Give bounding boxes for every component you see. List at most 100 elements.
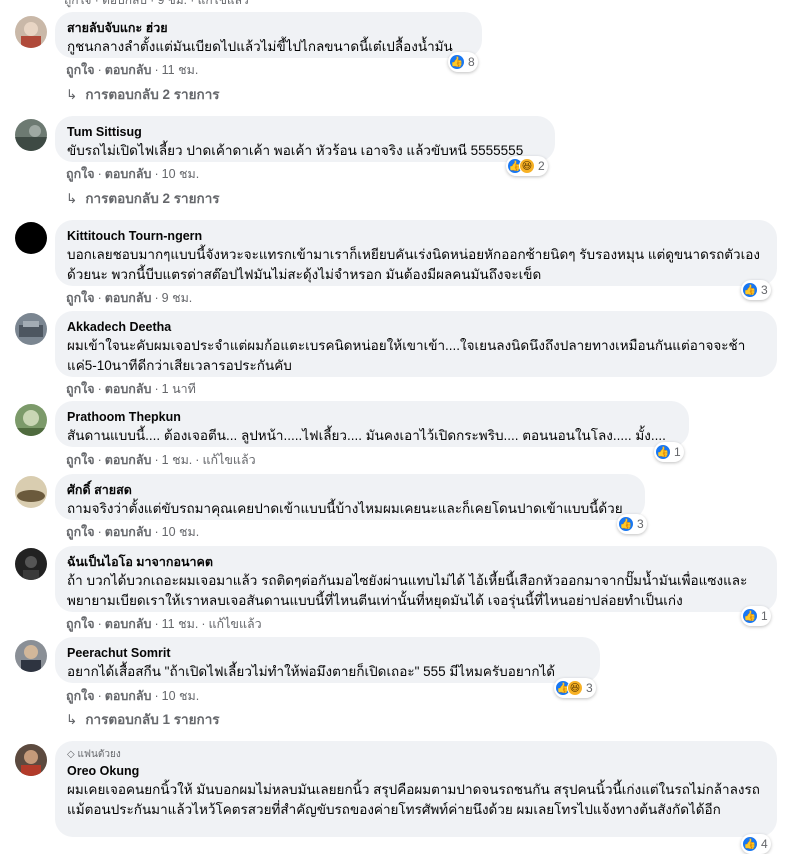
reply-link[interactable]: ตอบกลับ	[105, 167, 152, 181]
fan-badge: ◇ แฟนตัวยง	[67, 747, 121, 762]
dot: ·	[97, 63, 102, 77]
dot: ·	[154, 525, 159, 539]
dot: ·	[97, 291, 102, 305]
comment-actions: ถูกใจ · ตอบกลับ · 1 ชม. · แก้ไขแล้ว	[66, 452, 256, 468]
view-replies-link[interactable]: ↳ การตอบกลับ 2 รายการ	[66, 86, 220, 104]
author-name[interactable]: Kittitouch Tourn-ngern	[67, 228, 765, 244]
dot: ·	[97, 689, 102, 703]
comment-text: ถ้า บวกได้บวกเถอะผมเจอมาแล้ว รถติดๆต่อกั…	[67, 573, 748, 608]
reply-link[interactable]: ตอบกลับ	[105, 617, 152, 631]
reply-arrow-icon: ↳	[66, 191, 78, 206]
reaction-summary[interactable]: 👍 1	[654, 442, 684, 462]
timestamp[interactable]: 10 ชม.	[162, 167, 200, 181]
author-name[interactable]: ศักดิ์ สายสด	[67, 482, 633, 498]
reaction-summary[interactable]: 👍 4	[741, 834, 771, 854]
timestamp[interactable]: 1 นาที	[162, 382, 196, 396]
comment-text: ผมเข้าใจนะคับผมเจอประจำแต่ผมก้อแตะเบรคนิ…	[67, 338, 746, 373]
comment-bubble: Kittitouch Tourn-ngern บอกเลยชอบมากๆแบบน…	[55, 220, 777, 286]
like-link[interactable]: ถูกใจ	[66, 291, 95, 305]
avatar[interactable]	[15, 476, 47, 508]
avatar-photo	[15, 640, 47, 672]
avatar[interactable]	[15, 16, 47, 48]
reaction-summary[interactable]: 👍 3	[741, 280, 771, 300]
dot: ·	[154, 291, 159, 305]
author-name[interactable]: Prathoom Thepkun	[67, 409, 677, 425]
avatar-photo	[15, 313, 47, 345]
comment-actions: ถูกใจ · ตอบกลับ · 9 ชม.	[66, 290, 192, 306]
comment-text: อยากได้เสื้อสกีน "ถ้าเปิดไฟเลี้ยวไม่ทำให…	[67, 664, 556, 679]
like-icon: 👍	[742, 282, 758, 298]
reaction-summary[interactable]: 👍 8	[448, 52, 478, 72]
avatar[interactable]	[15, 548, 47, 580]
avatar-photo	[15, 119, 47, 151]
avatar[interactable]	[15, 119, 47, 151]
comment-actions: ถูกใจ · ตอบกลับ · 10 ชม.	[66, 524, 199, 540]
avatar[interactable]	[15, 313, 47, 345]
avatar-photo	[15, 744, 47, 776]
reply-link[interactable]: ตอบกลับ	[105, 382, 152, 396]
comment-bubble: ฉันเป็นไอโอ มาจากอนาคต ถ้า บวกได้บวกเถอะ…	[55, 546, 777, 612]
diamond-icon: ◇	[67, 749, 75, 760]
like-link[interactable]: ถูกใจ	[66, 382, 95, 396]
timestamp[interactable]: 9 ชม.	[162, 291, 193, 305]
like-link[interactable]: ถูกใจ	[66, 167, 95, 181]
comment-bubble: Akkadech Deetha ผมเข้าใจนะคับผมเจอประจำแ…	[55, 311, 777, 377]
timestamp[interactable]: 11 ชม.	[162, 617, 199, 631]
dot: ·	[154, 453, 159, 467]
comment-actions: ถูกใจ · ตอบกลับ · 1 นาที	[66, 381, 196, 397]
timestamp[interactable]: 10 ชม.	[162, 689, 200, 703]
avatar[interactable]	[15, 222, 47, 254]
comment-text: ผมเคยเจอคนยกนิ้วให้ มันบอกผมไม่หลบมันเลย…	[67, 782, 760, 817]
comment-actions: ถูกใจ · ตอบกลับ · 10 ชม.	[66, 688, 199, 704]
like-link[interactable]: ถูกใจ	[66, 689, 95, 703]
author-name[interactable]: Akkadech Deetha	[67, 319, 765, 335]
dot: ·	[195, 453, 200, 467]
reply-link[interactable]: ตอบกลับ	[105, 525, 152, 539]
comment-bubble: Oreo Okung ผมเคยเจอคนยกนิ้วให้ มันบอกผมไ…	[55, 741, 777, 837]
reaction-count: 3	[637, 517, 644, 531]
fan-badge-label: แฟนตัวยง	[77, 749, 121, 760]
dot: ·	[154, 382, 159, 396]
author-name[interactable]: Tum Sittisug	[67, 124, 543, 140]
author-name[interactable]: ฉันเป็นไอโอ มาจากอนาคต	[67, 554, 765, 570]
like-icon: 👍	[742, 608, 758, 624]
reaction-summary[interactable]: 👍 1	[741, 606, 771, 626]
haha-icon: 😆	[519, 158, 535, 174]
avatar[interactable]	[15, 744, 47, 776]
like-link[interactable]: ถูกใจ	[66, 453, 95, 467]
timestamp[interactable]: 11 ชม.	[162, 63, 199, 77]
reaction-summary[interactable]: 👍 😆 2	[506, 156, 548, 176]
view-replies-link[interactable]: ↳ การตอบกลับ 1 รายการ	[66, 711, 220, 729]
reaction-summary[interactable]: 👍 😆 3	[554, 678, 596, 698]
author-name[interactable]: Oreo Okung	[67, 763, 765, 779]
reaction-count: 2	[538, 159, 545, 173]
author-name[interactable]: Peerachut Somrit	[67, 645, 588, 661]
previous-comment-actions: ถูกใจ · ตอบกลับ · 9 ชม. · แก้ไขแล้ว	[64, 0, 249, 7]
dot: ·	[154, 617, 159, 631]
timestamp[interactable]: 1 ชม.	[162, 453, 193, 467]
reply-link[interactable]: ตอบกลับ	[105, 689, 152, 703]
comment-text: ขับรถไม่เปิดไฟเลี้ยว ปาดเค้าดาเค้า พอเค้…	[67, 143, 524, 158]
reply-link[interactable]: ตอบกลับ	[105, 453, 152, 467]
avatar-photo	[15, 548, 47, 580]
reply-link[interactable]: ตอบกลับ	[105, 291, 152, 305]
avatar[interactable]	[15, 404, 47, 436]
reply-arrow-icon: ↳	[66, 87, 78, 102]
replies-label: การตอบกลับ 1 รายการ	[85, 712, 220, 727]
dot: ·	[154, 689, 159, 703]
avatar-photo	[15, 476, 47, 508]
reaction-count: 3	[586, 681, 593, 695]
reaction-count: 1	[674, 445, 681, 459]
avatar[interactable]	[15, 640, 47, 672]
like-link[interactable]: ถูกใจ	[66, 63, 95, 77]
dot: ·	[97, 453, 102, 467]
author-name[interactable]: สายลับจับแกะ ฮ่วย	[67, 20, 470, 36]
like-icon: 👍	[449, 54, 465, 70]
view-replies-link[interactable]: ↳ การตอบกลับ 2 รายการ	[66, 190, 220, 208]
dot: ·	[97, 617, 102, 631]
reaction-summary[interactable]: 👍 3	[617, 514, 647, 534]
timestamp[interactable]: 10 ชม.	[162, 525, 200, 539]
reply-link[interactable]: ตอบกลับ	[105, 63, 152, 77]
like-link[interactable]: ถูกใจ	[66, 525, 95, 539]
like-link[interactable]: ถูกใจ	[66, 617, 95, 631]
